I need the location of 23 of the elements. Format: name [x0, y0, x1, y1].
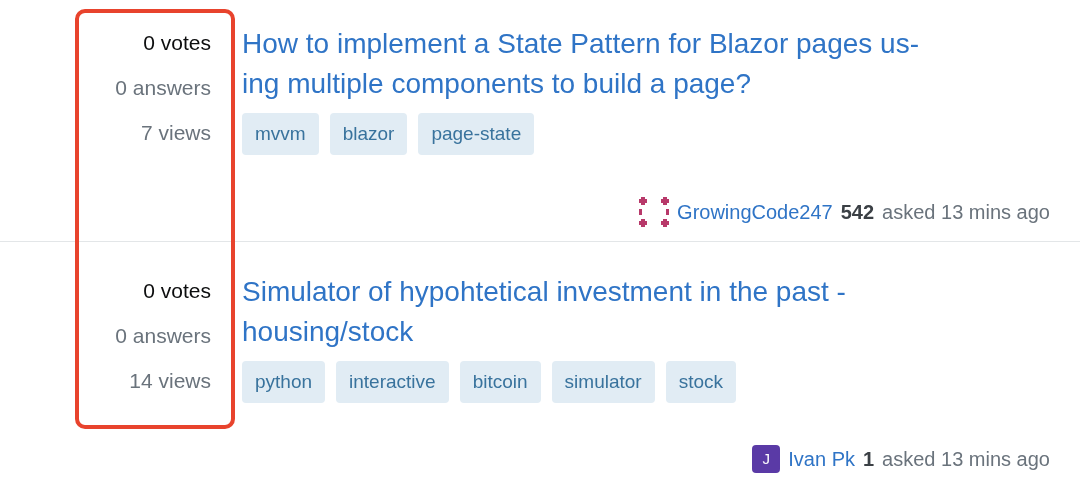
tag-chip[interactable]: page-state	[418, 113, 535, 155]
asked-time: asked 13 mins ago	[882, 200, 1050, 225]
answer-count: 0 answers	[115, 75, 211, 100]
tag-chip[interactable]: mvvm	[242, 113, 319, 155]
vote-count: 0 votes	[143, 278, 211, 303]
view-count: 7 views	[140, 120, 211, 145]
author-name-link[interactable]: GrowingCode247	[677, 198, 833, 226]
tag-chip[interactable]: simulator	[551, 361, 655, 403]
question-title-link[interactable]: How to implement a State Pattern for Blazor pages us- ing multiple components to build a page?	[242, 24, 1050, 104]
answer-count: 0 answers	[115, 323, 211, 348]
author-name-link[interactable]: Ivan Pk	[788, 445, 855, 473]
question-title-link[interactable]: Simulator of hypohtetical investment in the past - housing/stock	[242, 272, 1050, 352]
asked-time: asked 13 mins ago	[882, 447, 1050, 472]
tag-chip[interactable]: interactive	[336, 361, 449, 403]
vote-count: 0 votes	[143, 30, 211, 55]
user-avatar: J	[752, 445, 781, 473]
tag-chip[interactable]: blazor	[329, 113, 408, 155]
reputation-score: 1	[863, 447, 875, 472]
tag-chip[interactable]: stock	[665, 361, 736, 403]
reputation-score: 542	[840, 200, 875, 225]
view-count: 14 views	[129, 368, 211, 393]
tag-chip[interactable]: python	[242, 361, 326, 403]
tag-chip[interactable]: bitcoin	[459, 361, 541, 403]
